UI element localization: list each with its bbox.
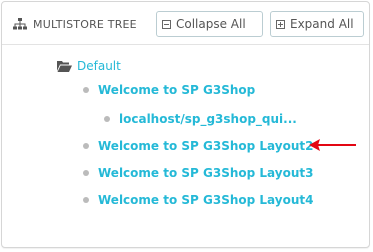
red-arrow-icon bbox=[309, 139, 356, 151]
panel-title: MULTISTORE TREE bbox=[13, 16, 137, 32]
multistore-tree-panel: MULTISTORE TREE Collapse All Expand All … bbox=[1, 1, 370, 248]
bullet-icon bbox=[83, 87, 89, 93]
expand-icon bbox=[276, 19, 285, 29]
tree-item-label: Welcome to SP G3Shop Layout3 bbox=[98, 166, 314, 180]
bullet-icon bbox=[83, 170, 89, 176]
tree-item-label: Welcome to SP G3Shop Layout2 bbox=[98, 139, 314, 153]
bullet-icon bbox=[104, 116, 110, 122]
collapse-all-button[interactable]: Collapse All bbox=[156, 11, 263, 37]
tree-item-shop-1[interactable]: Welcome to SP G3Shop bbox=[83, 83, 255, 97]
tree-item-shop-layout3[interactable]: Welcome to SP G3Shop Layout3 bbox=[83, 166, 313, 180]
tree-item-label: localhost/sp_g3shop_qui... bbox=[119, 112, 297, 126]
bullet-icon bbox=[83, 197, 89, 203]
collapse-all-label: Collapse All bbox=[176, 17, 246, 31]
tree-item-label: Welcome to SP G3Shop bbox=[98, 83, 256, 97]
folder-open-icon bbox=[57, 61, 72, 72]
expand-all-label: Expand All bbox=[290, 17, 354, 31]
panel-header: MULTISTORE TREE Collapse All Expand All bbox=[2, 2, 369, 45]
tree-root-default[interactable]: Default bbox=[57, 59, 121, 73]
expand-all-button[interactable]: Expand All bbox=[270, 11, 364, 37]
tree-item-shop-layout2[interactable]: Welcome to SP G3Shop Layout2 bbox=[83, 139, 313, 153]
tree-root-label: Default bbox=[77, 59, 121, 73]
tree-item-shop-layout4[interactable]: Welcome to SP G3Shop Layout4 bbox=[83, 193, 313, 207]
panel-title-text: MULTISTORE TREE bbox=[33, 17, 137, 31]
collapse-icon bbox=[162, 19, 171, 29]
tree-item-label: Welcome to SP G3Shop Layout4 bbox=[98, 193, 314, 207]
bullet-icon bbox=[83, 143, 89, 149]
tree-item-shop-url[interactable]: localhost/sp_g3shop_qui... bbox=[104, 112, 297, 126]
sitemap-icon bbox=[13, 18, 27, 30]
